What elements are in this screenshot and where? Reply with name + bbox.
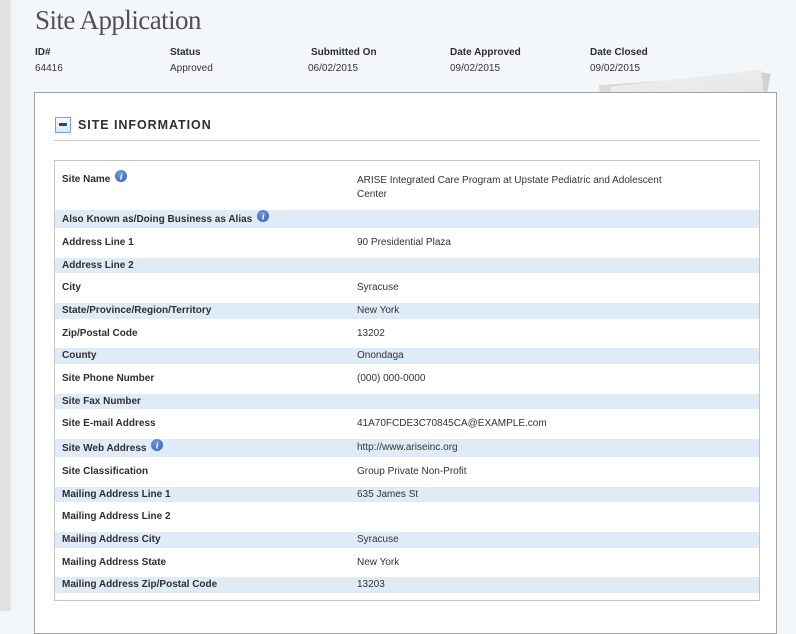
svg-text:i: i [156,440,159,451]
svg-text:i: i [262,211,265,222]
svg-text:i: i [120,171,123,182]
